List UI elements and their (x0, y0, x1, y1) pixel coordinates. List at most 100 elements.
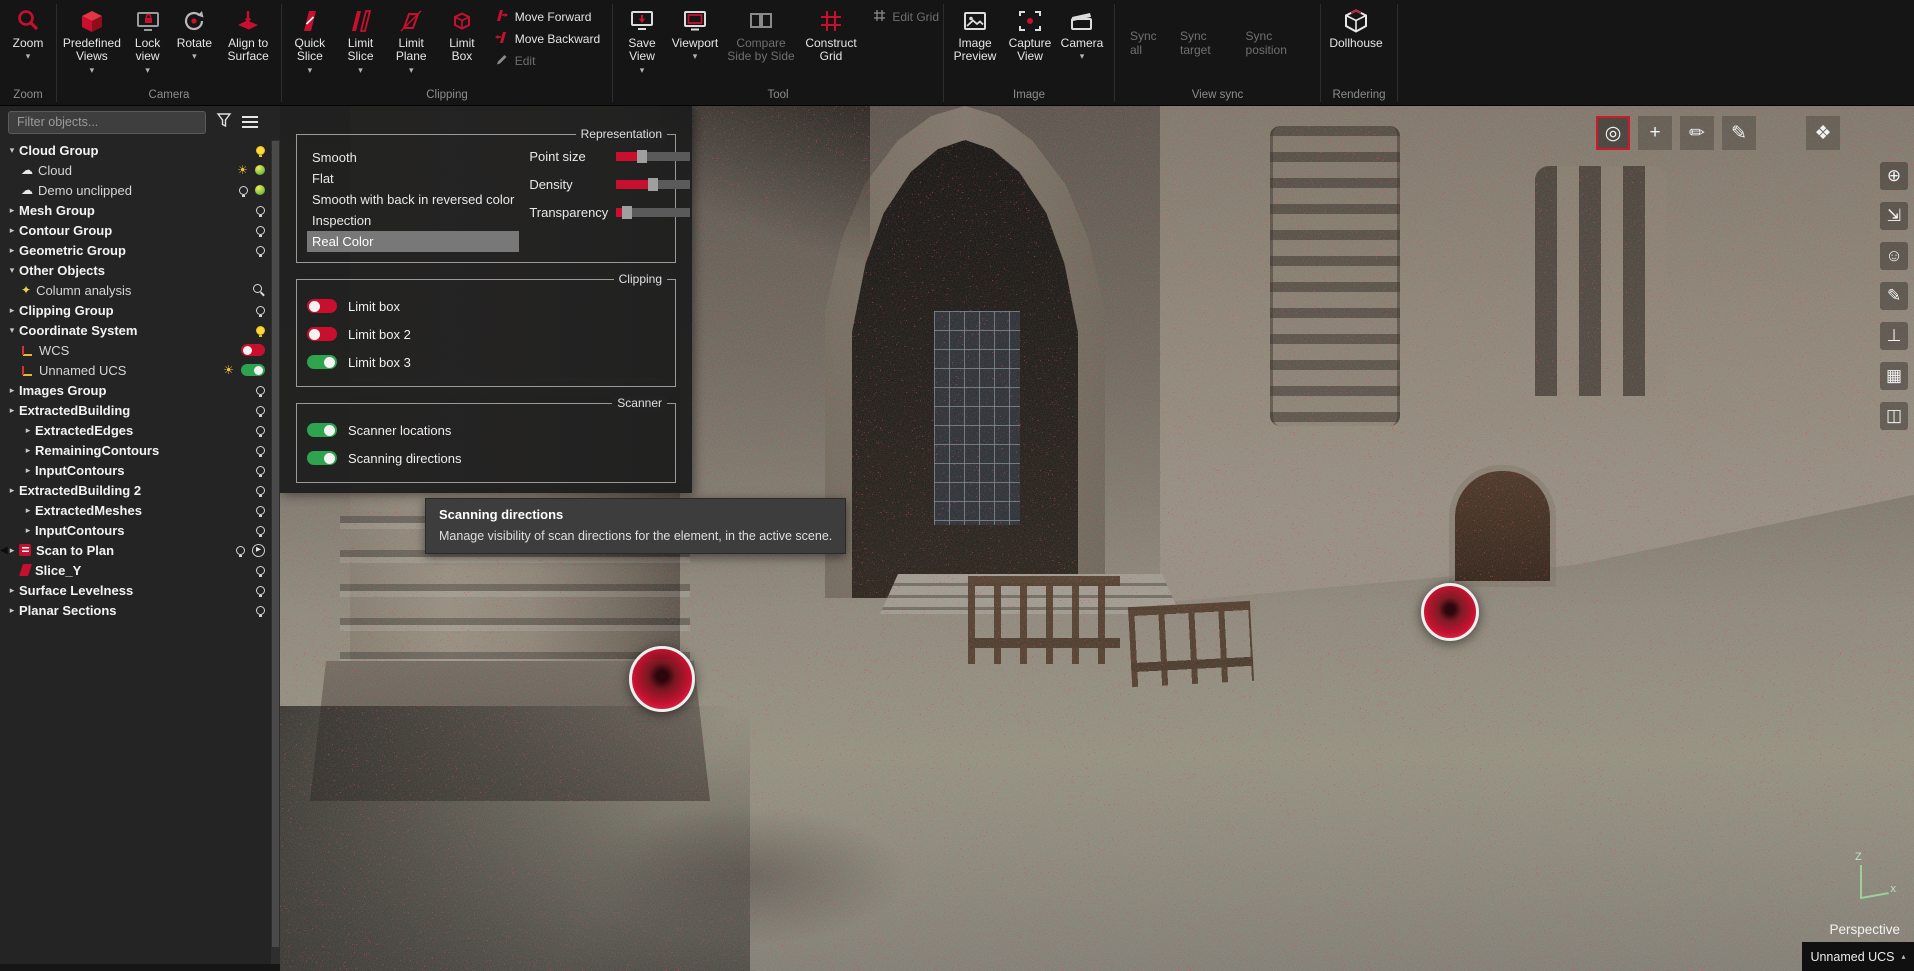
tree-item-planar-sections[interactable]: ▸Planar Sections (0, 600, 271, 620)
visibility-toggle-red[interactable] (241, 344, 265, 356)
sidebar-scrollbar[interactable] (271, 140, 280, 971)
nav-grid-view-button[interactable]: ▦ (1880, 362, 1908, 390)
tree-item-mesh-group[interactable]: ▸Mesh Group (0, 200, 271, 220)
limit-plane-button[interactable]: Limit Plane ▾ (386, 3, 436, 88)
target-tool-button[interactable]: ◎ (1596, 116, 1630, 150)
color-sphere-icon[interactable] (255, 185, 265, 195)
tree-item-wcs[interactable]: WCS (0, 340, 271, 360)
slider-knob[interactable] (622, 206, 632, 219)
nav-crosshair-button[interactable]: ⊕ (1880, 162, 1908, 190)
chevron-expanded-icon[interactable]: ▾ (5, 145, 19, 156)
tree-item-column-analysis[interactable]: ✦Column analysis (0, 280, 271, 300)
chevron-collapsed-icon[interactable]: ▸ (21, 425, 35, 436)
tree-item-other-objects[interactable]: ▾Other Objects (0, 260, 271, 280)
mode-smooth-reversed[interactable]: Smooth with back in reversed color (307, 189, 519, 210)
move-forward-button[interactable]: Move Forward (494, 8, 609, 25)
scanning-directions-toggle[interactable] (307, 451, 337, 465)
magnifier-icon[interactable] (253, 284, 265, 296)
scanner-location-marker[interactable] (629, 646, 695, 712)
viewport-3d[interactable]: ◎ + ✏ ✎ ❖ ⊕ ⇲ ☺ ✎ ⊥ ▦ ◫ Representation S… (280, 106, 1914, 971)
chevron-collapsed-icon[interactable]: ▸ (5, 405, 19, 416)
mode-flat[interactable]: Flat (307, 168, 519, 189)
visibility-bulb-icon[interactable] (256, 486, 265, 495)
tree-item-demo-unclipped[interactable]: ☁Demo unclipped (0, 180, 271, 200)
nav-fit-view-button[interactable]: ⇲ (1880, 202, 1908, 230)
color-sphere-icon[interactable] (255, 165, 265, 175)
chevron-collapsed-icon[interactable]: ▸ (5, 205, 19, 216)
tree-item-coordinate-system[interactable]: ▾Coordinate System (0, 320, 271, 340)
tree-item-slice-y[interactable]: Slice_Y (0, 560, 271, 580)
nav-section-view-button[interactable]: ◫ (1880, 402, 1908, 430)
visibility-bulb-icon[interactable] (239, 186, 248, 195)
chevron-collapsed-icon[interactable]: ▸ (21, 505, 35, 516)
limit-box-toggle[interactable] (307, 299, 337, 313)
transparency-slider[interactable] (616, 208, 690, 217)
tree-item-cloud-group[interactable]: ▾Cloud Group (0, 140, 271, 160)
menu-icon[interactable] (242, 116, 258, 128)
construct-grid-button[interactable]: Construct Grid (801, 3, 861, 88)
tree-item-remainingcontours[interactable]: ▸RemainingContours (0, 440, 271, 460)
visibility-toggle-green[interactable] (241, 364, 265, 376)
tree-item-scan-to-plan[interactable]: ◀▸Scan to Plan▶ (0, 540, 271, 560)
mode-smooth[interactable]: Smooth (307, 147, 519, 168)
measure-tool-button[interactable]: ✏ (1680, 116, 1714, 150)
tree-item-inputcontours[interactable]: ▸InputContours (0, 460, 271, 480)
visibility-bulb-icon[interactable] (256, 406, 265, 415)
move-backward-button[interactable]: Move Backward (494, 30, 609, 47)
tree-item-images-group[interactable]: ▸Images Group (0, 380, 271, 400)
limit-slice-button[interactable]: Limit Slice ▾ (336, 3, 386, 88)
chevron-collapsed-icon[interactable]: ▸ (21, 445, 35, 456)
chevron-expanded-icon[interactable]: ▾ (5, 325, 19, 336)
capture-view-button[interactable]: Capture View (1004, 3, 1056, 88)
visibility-bulb-icon[interactable] (256, 586, 265, 595)
lock-view-button[interactable]: Lock view ▾ (125, 3, 171, 88)
visibility-bulb-icon[interactable] (256, 306, 265, 315)
quick-slice-button[interactable]: Quick Slice ▾ (285, 3, 335, 88)
limit-box-3-toggle[interactable] (307, 355, 337, 369)
predefined-views-button[interactable]: Predefined Views ▾ (60, 3, 124, 88)
visibility-bulb-icon[interactable] (256, 206, 265, 215)
chevron-collapsed-icon[interactable]: ▸ (5, 485, 19, 496)
visibility-bulb-icon[interactable] (256, 506, 265, 515)
chevron-collapsed-icon[interactable]: ▸ (5, 605, 19, 616)
scanner-locations-toggle[interactable] (307, 423, 337, 437)
chevron-collapsed-icon[interactable]: ▸ (21, 525, 35, 536)
mode-real-color[interactable]: Real Color (307, 231, 519, 252)
viewport-button[interactable]: Viewport ▾ (669, 3, 721, 88)
chevron-collapsed-icon[interactable]: ▸ (5, 585, 19, 596)
chevron-collapsed-icon[interactable]: ▸ (5, 225, 19, 236)
visibility-bulb-icon[interactable] (256, 566, 265, 575)
visibility-bulb-icon[interactable] (256, 606, 265, 615)
mode-inspection[interactable]: Inspection (307, 210, 519, 231)
align-to-surface-button[interactable]: Align to Surface (218, 3, 278, 88)
nav-walk-mode-button[interactable]: ☺ (1880, 242, 1908, 270)
slider-knob[interactable] (648, 178, 658, 191)
visibility-bulb-icon[interactable] (256, 426, 265, 435)
chevron-collapsed-icon[interactable]: ▸ (5, 305, 19, 316)
limit-box-button[interactable]: Limit Box (437, 3, 487, 88)
scrollbar-thumb[interactable] (272, 141, 279, 947)
visibility-bulb-icon[interactable] (256, 466, 265, 475)
play-icon[interactable]: ▶ (252, 544, 265, 557)
tree-item-extractededges[interactable]: ▸ExtractedEdges (0, 420, 271, 440)
visibility-bulb-icon[interactable] (256, 246, 265, 255)
tree-item-contour-group[interactable]: ▸Contour Group (0, 220, 271, 240)
chevron-collapsed-icon[interactable]: ▸ (5, 385, 19, 396)
annotate-tool-button[interactable]: ✎ (1722, 116, 1756, 150)
add-point-tool-button[interactable]: + (1638, 116, 1672, 150)
limit-box-2-toggle[interactable] (307, 327, 337, 341)
chevron-expanded-icon[interactable]: ▾ (5, 265, 19, 276)
tree-item-unnamed-ucs[interactable]: Unnamed UCS☀ (0, 360, 271, 380)
tree-item-surface-levelness[interactable]: ▸Surface Levelness (0, 580, 271, 600)
save-view-button[interactable]: Save View ▾ (616, 3, 668, 88)
tree-item-extractedbuilding[interactable]: ▸ExtractedBuilding (0, 400, 271, 420)
camera-button[interactable]: Camera ▾ (1057, 3, 1107, 88)
nav-draw-button[interactable]: ✎ (1880, 282, 1908, 310)
chevron-collapsed-icon[interactable]: ▸ (21, 465, 35, 476)
chevron-collapsed-icon[interactable]: ▸ (5, 245, 19, 256)
sun-icon[interactable]: ☀ (223, 364, 234, 376)
ucs-selector[interactable]: Unnamed UCS ▴ (1802, 942, 1914, 971)
visibility-bulb-icon[interactable] (256, 526, 265, 535)
tree-item-extractedmeshes[interactable]: ▸ExtractedMeshes (0, 500, 271, 520)
layers-tool-button[interactable]: ❖ (1806, 116, 1840, 150)
